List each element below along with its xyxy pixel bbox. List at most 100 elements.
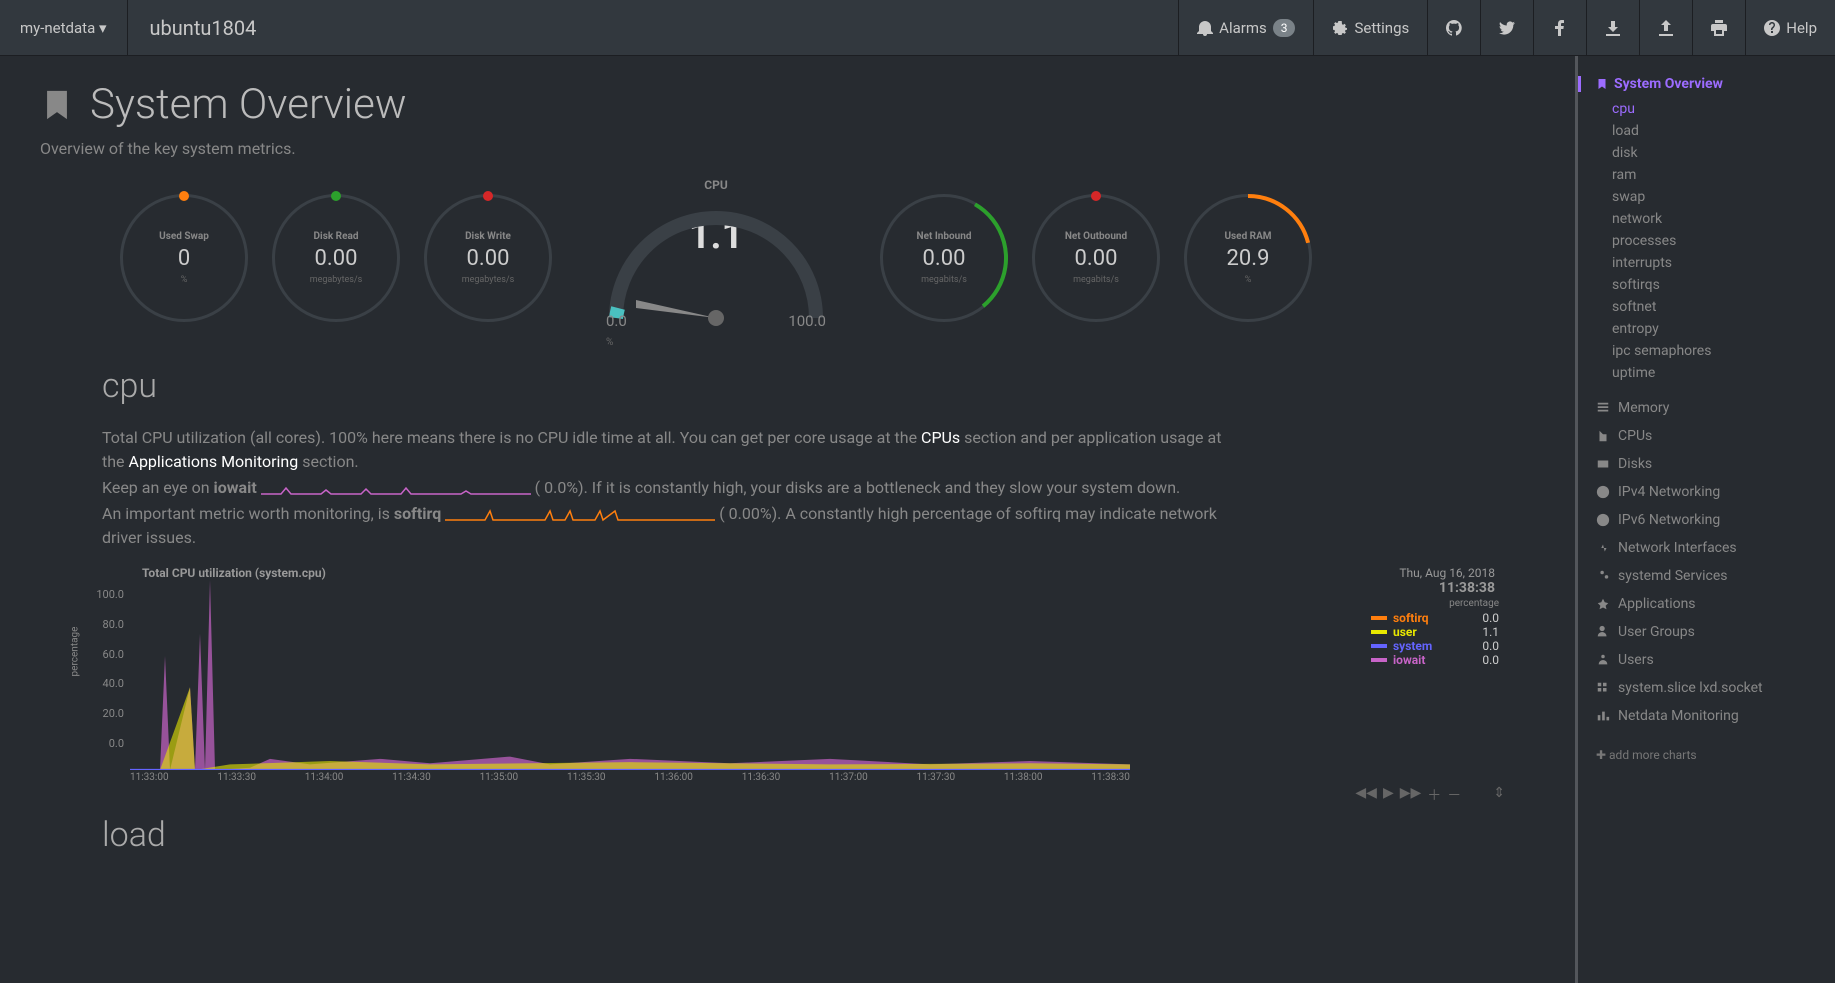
sidebar-sub-network[interactable]: network — [1596, 208, 1825, 230]
print-button[interactable] — [1692, 0, 1745, 55]
gauge-cpu[interactable]: CPU 1.1 0.0 100.0 % — [576, 178, 856, 338]
sidebar-sub-entropy[interactable]: entropy — [1596, 318, 1825, 340]
sidebar-item-netdata-monitoring[interactable]: Netdata Monitoring — [1596, 702, 1825, 730]
sidebar-item-memory[interactable]: Memory — [1596, 394, 1825, 422]
upload-button[interactable] — [1639, 0, 1692, 55]
alarms-badge: 3 — [1273, 19, 1296, 37]
sidebar-item-systemd-services[interactable]: systemd Services — [1596, 562, 1825, 590]
sidebar-icon — [1596, 513, 1610, 527]
sidebar-sub-cpu[interactable]: cpu — [1596, 98, 1825, 120]
chart-play-icon[interactable]: ▶ — [1383, 785, 1394, 805]
github-icon — [1446, 20, 1462, 36]
section-cpu-heading: cpu — [102, 366, 1535, 406]
sidebar: System Overview cpuloaddiskramswapnetwor… — [1575, 56, 1835, 983]
twitter-icon — [1499, 20, 1515, 36]
sidebar-sub-load[interactable]: load — [1596, 120, 1825, 142]
sidebar-item-system-slice-lxd-socket[interactable]: system.slice lxd.socket — [1596, 674, 1825, 702]
download-icon — [1605, 20, 1621, 36]
chart-resize-icon[interactable]: ⇕ — [1493, 785, 1505, 805]
legend-item-iowait[interactable]: iowait0.0 — [1371, 653, 1499, 667]
app-monitoring-link[interactable]: Applications Monitoring — [129, 452, 299, 471]
sidebar-sub-interrupts[interactable]: interrupts — [1596, 252, 1825, 274]
sidebar-icon — [1596, 681, 1610, 695]
sidebar-icon — [1596, 429, 1610, 443]
sidebar-item-network-interfaces[interactable]: Network Interfaces — [1596, 534, 1825, 562]
sidebar-active-section[interactable]: System Overview — [1578, 76, 1825, 92]
bookmark-icon — [1596, 78, 1608, 90]
bookmark-icon — [40, 88, 74, 122]
print-icon — [1711, 20, 1727, 36]
github-link[interactable] — [1427, 0, 1480, 55]
sidebar-icon — [1596, 653, 1610, 667]
legend-item-user[interactable]: user1.1 — [1371, 625, 1499, 639]
gauge-disk-read[interactable]: Disk Read 0.00 megabytes/s — [272, 194, 400, 322]
page-title: System Overview — [40, 80, 1535, 129]
sidebar-icon — [1596, 401, 1610, 415]
chart-zoom-in-icon[interactable]: ＋ — [1427, 785, 1441, 805]
gauge-disk-write[interactable]: Disk Write 0.00 megabytes/s — [424, 194, 552, 322]
gauge-used-ram[interactable]: Used RAM 20.9 % — [1184, 194, 1312, 322]
cpus-link[interactable]: CPUs — [921, 428, 960, 447]
chart-zoom-out-icon[interactable]: － — [1447, 785, 1461, 805]
sidebar-sub-uptime[interactable]: uptime — [1596, 362, 1825, 384]
sidebar-icon — [1596, 485, 1610, 499]
page-subtitle: Overview of the key system metrics. — [40, 139, 1535, 158]
sidebar-item-users[interactable]: Users — [1596, 646, 1825, 674]
facebook-icon — [1552, 20, 1568, 36]
sidebar-add-more[interactable]: ✚ add more charts — [1596, 740, 1825, 762]
cpu-chart[interactable]: Total CPU utilization (system.cpu) Thu, … — [60, 566, 1535, 785]
sidebar-item-user-groups[interactable]: User Groups — [1596, 618, 1825, 646]
legend-item-system[interactable]: system0.0 — [1371, 639, 1499, 653]
upload-icon — [1658, 20, 1674, 36]
help-icon — [1764, 20, 1780, 36]
facebook-link[interactable] — [1533, 0, 1586, 55]
sidebar-item-cpus[interactable]: CPUs — [1596, 422, 1825, 450]
cpu-paragraph-1: Total CPU utilization (all cores). 100% … — [102, 426, 1222, 474]
sidebar-item-disks[interactable]: Disks — [1596, 450, 1825, 478]
twitter-link[interactable] — [1480, 0, 1533, 55]
alarms-button[interactable]: Alarms 3 — [1178, 0, 1313, 55]
sidebar-icon — [1596, 569, 1610, 583]
sidebar-icon — [1596, 709, 1610, 723]
sidebar-sub-disk[interactable]: disk — [1596, 142, 1825, 164]
iowait-sparkline — [261, 482, 531, 496]
gear-icon — [1332, 20, 1348, 36]
bell-icon — [1197, 20, 1213, 36]
sidebar-icon — [1596, 457, 1610, 471]
topbar: my-netdata ▾ ubuntu1804 Alarms 3 Setting… — [0, 0, 1835, 56]
hostname[interactable]: ubuntu1804 — [128, 0, 279, 55]
settings-button[interactable]: Settings — [1313, 0, 1427, 55]
chart-rewind-icon[interactable]: ◀◀ — [1355, 785, 1377, 805]
section-load-heading: load — [102, 815, 1535, 855]
gauge-net-outbound[interactable]: Net Outbound 0.00 megabits/s — [1032, 194, 1160, 322]
gauge-used-swap[interactable]: Used Swap 0 % — [120, 194, 248, 322]
sidebar-item-ipv4-networking[interactable]: IPv4 Networking — [1596, 478, 1825, 506]
sidebar-icon — [1596, 541, 1610, 555]
help-button[interactable]: Help — [1745, 0, 1835, 55]
sidebar-sub-processes[interactable]: processes — [1596, 230, 1825, 252]
cpu-paragraph-3: An important metric worth monitoring, is… — [102, 502, 1222, 550]
sidebar-sub-ipc-semaphores[interactable]: ipc semaphores — [1596, 340, 1825, 362]
sidebar-sub-ram[interactable]: ram — [1596, 164, 1825, 186]
gauge-net-inbound[interactable]: Net Inbound 0.00 megabits/s — [880, 194, 1008, 322]
cpu-paragraph-2: Keep an eye on iowait ( 0.0%). If it is … — [102, 476, 1222, 500]
softirq-sparkline — [445, 508, 715, 522]
download-button[interactable] — [1586, 0, 1639, 55]
sidebar-icon — [1596, 597, 1610, 611]
sidebar-icon — [1596, 625, 1610, 639]
sidebar-sub-softirqs[interactable]: softirqs — [1596, 274, 1825, 296]
chart-controls: ◀◀ ▶ ▶▶ ＋ － ⇕ — [1355, 785, 1505, 805]
sidebar-sub-swap[interactable]: swap — [1596, 186, 1825, 208]
main-content: System Overview Overview of the key syst… — [0, 56, 1575, 983]
chart-timestamp: Thu, Aug 16, 2018 11:38:38 — [1399, 566, 1495, 596]
chart-forward-icon[interactable]: ▶▶ — [1400, 785, 1422, 805]
gauges-row: Used Swap 0 % Disk Read 0.00 megabytes/s… — [40, 178, 1535, 338]
sidebar-item-ipv6-networking[interactable]: IPv6 Networking — [1596, 506, 1825, 534]
chart-legend: percentage softirq0.0user1.1system0.0iow… — [1371, 598, 1499, 667]
legend-item-softirq[interactable]: softirq0.0 — [1371, 611, 1499, 625]
sidebar-item-applications[interactable]: Applications — [1596, 590, 1825, 618]
sidebar-sub-softnet[interactable]: softnet — [1596, 296, 1825, 318]
caret-down-icon: ▾ — [99, 19, 107, 37]
chart-title: Total CPU utilization (system.cpu) — [142, 566, 1535, 580]
brand-dropdown[interactable]: my-netdata ▾ — [0, 0, 128, 55]
